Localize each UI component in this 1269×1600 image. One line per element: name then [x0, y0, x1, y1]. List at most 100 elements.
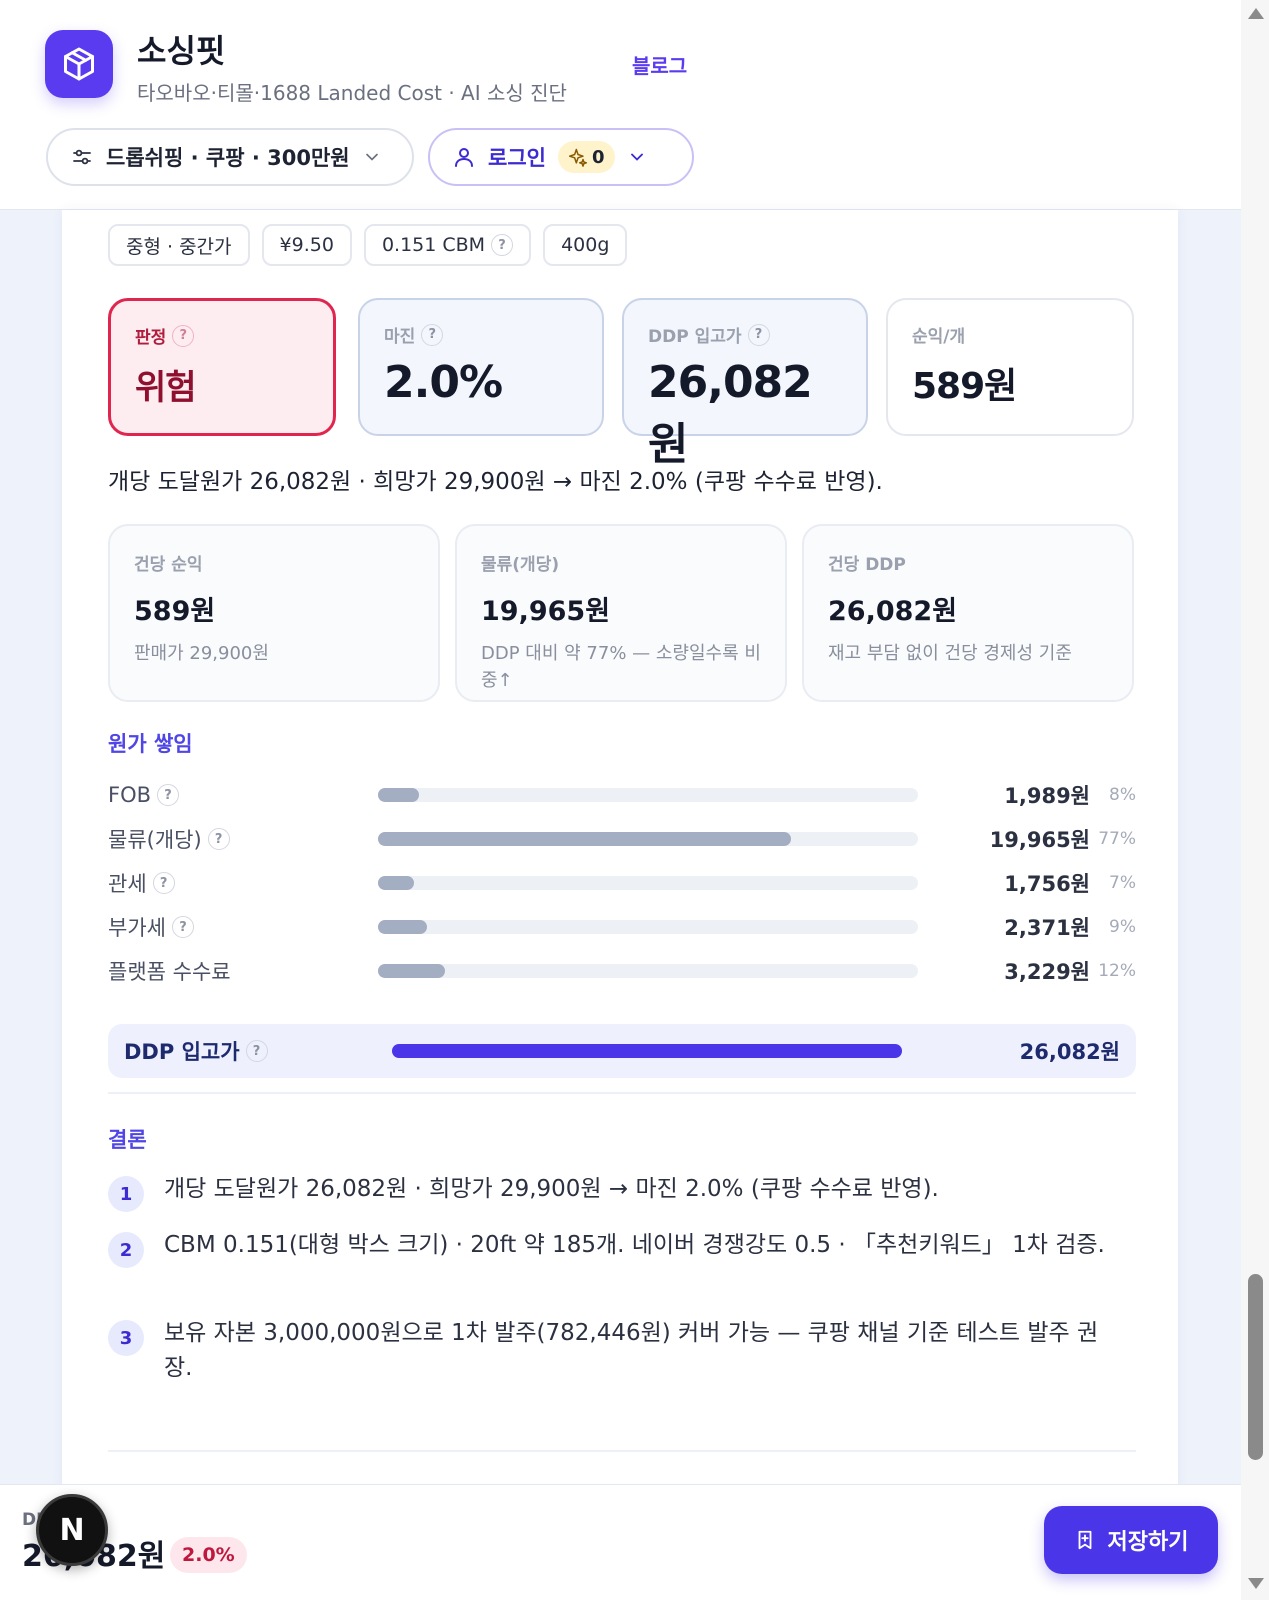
conclusion-item: 1 개당 도달원가 26,082원 · 희망가 29,900원 → 마진 2.0… [108, 1172, 1108, 1212]
chip-label: 중형 · 중간가 [126, 235, 232, 258]
conclusion-number: 3 [108, 1320, 144, 1356]
cost-row-tariff: 관세? 1,756원 7% [108, 866, 1136, 900]
cost-row-fob: FOB? 1,989원 8% [108, 778, 1136, 812]
cost-amount: 2,371원 [1004, 916, 1090, 940]
kpi-label-text: 판정 [135, 328, 167, 348]
cost-percent: 12% [1098, 961, 1136, 981]
ddp-total-amount: 26,082원 [1019, 1040, 1120, 1064]
scroll-down-arrow-icon[interactable] [1248, 1578, 1264, 1589]
help-icon[interactable]: ? [171, 916, 194, 938]
kpi-value: 2.0% [384, 357, 503, 408]
cost-row-logistics: 물류(개당)? 19,965원 77% [108, 822, 1136, 856]
conclusion-text: CBM 0.151(대형 박스 크기) · 20ft 약 185개. 네이버 경… [164, 1232, 1105, 1258]
cost-row-platform-fee: 플랫폼 수수료 3,229원 12% [108, 954, 1136, 988]
stat-card-ddp: 건당 DDP 26,082원 재고 부담 없이 건당 경제성 기준 [802, 524, 1134, 702]
conclusion-text: 개당 도달원가 26,082원 · 희망가 29,900원 → 마진 2.0% … [164, 1176, 939, 1202]
stat-value: 19,965원 [481, 596, 611, 627]
help-icon[interactable]: ? [207, 828, 230, 850]
stat-label: 물류(개당) [481, 555, 560, 575]
chip-cbm: 0.151 CBM? [363, 224, 532, 266]
cost-name-text: 관세 [108, 872, 147, 896]
kpi-value: 589원 [912, 366, 1017, 407]
help-icon[interactable]: ? [172, 324, 195, 347]
cost-bar-fill [378, 876, 415, 890]
cost-amount: 1,756원 [1004, 872, 1090, 896]
bookmark-plus-icon [1078, 1530, 1091, 1550]
chip-label: 0.151 CBM [381, 234, 486, 256]
chip-price: ¥9.50 [261, 224, 352, 266]
conclusion-number: 2 [108, 1232, 144, 1268]
app-subtitle: 타오바오·티몰·1688 Landed Cost · AI 소싱 진단 [137, 81, 567, 105]
cost-name: 부가세? [108, 912, 378, 942]
stat-value: 26,082원 [828, 596, 958, 627]
help-icon[interactable]: ? [747, 323, 770, 346]
result-card: 중형 · 중간가 ¥9.50 0.151 CBM? 400g 판정? 위험 마진… [62, 210, 1178, 1490]
chip-weight: 400g [543, 224, 628, 266]
stat-value: 589원 [134, 596, 216, 627]
kpi-ddp: DDP 입고가? 26,082원 [622, 298, 868, 470]
cost-bar-fill [378, 920, 428, 934]
stat-note: 재고 부담 없이 건당 경제성 기준 [828, 643, 1072, 664]
stat-card-logistics: 물류(개당) 19,965원 DDP 대비 약 77% — 소량일수록 비중↑ [455, 524, 787, 702]
kpi-margin: 마진? 2.0% [358, 298, 604, 436]
cost-bar-track [378, 788, 918, 802]
stat-label: 건당 DDP [828, 555, 906, 575]
help-icon[interactable]: ? [491, 234, 514, 256]
help-icon[interactable]: ? [421, 323, 444, 346]
kpi-label: 판정? [135, 323, 309, 348]
ddp-total-name: DDP 입고가? [124, 1036, 392, 1066]
credit-badge: 0 [557, 141, 615, 173]
help-icon[interactable]: ? [245, 1040, 268, 1062]
cost-bar-track [378, 920, 918, 934]
kpi-net-profit: 순익/개 589원 [886, 298, 1134, 436]
scrollbar-thumb[interactable] [1248, 1274, 1263, 1460]
cost-name: FOB? [108, 783, 378, 807]
cost-name: 관세? [108, 868, 378, 898]
logo[interactable] [45, 30, 113, 98]
cost-name-text: 부가세 [108, 916, 166, 940]
cost-row-vat: 부가세? 2,371원 9% [108, 910, 1136, 944]
dev-tools-badge[interactable]: N [36, 1494, 108, 1566]
cost-name: 물류(개당)? [108, 824, 378, 854]
cost-name-text: 플랫폼 수수료 [108, 960, 231, 984]
stat-card-profit: 건당 순익 589원 판매가 29,900원 [108, 524, 440, 702]
cost-name-text: 물류(개당) [108, 828, 202, 852]
sliders-icon [73, 149, 91, 165]
divider [108, 1092, 1136, 1094]
summary-text: 개당 도달원가 26,082원 · 희망가 29,900원 → 마진 2.0% … [108, 469, 883, 495]
help-icon[interactable]: ? [157, 784, 180, 806]
credit-count: 0 [591, 146, 605, 168]
stat-note: DDP 대비 약 77% — 소량일수록 비중↑ [481, 643, 761, 691]
package-icon [64, 47, 94, 81]
save-button[interactable]: 저장하기 [1044, 1506, 1218, 1574]
blog-link[interactable]: 블로그 [632, 50, 687, 79]
scroll-up-arrow-icon[interactable] [1248, 8, 1264, 19]
kpi-label: 순익/개 [912, 322, 1108, 347]
stat-label: 건당 순익 [134, 555, 203, 575]
page: 소싱핏 타오바오·티몰·1688 Landed Cost · AI 소싱 진단 … [0, 0, 1241, 1600]
cost-bar-track [378, 964, 918, 978]
chevron-down-icon [630, 153, 643, 161]
chevron-down-icon [365, 153, 378, 161]
page-scrollbar[interactable] [1241, 0, 1269, 1600]
kpi-value: 위험 [135, 368, 197, 408]
kpi-label: DDP 입고가? [648, 322, 842, 347]
kpi-value: 26,082원 [648, 357, 813, 470]
conclusion-number: 1 [108, 1176, 144, 1212]
product-chips: 중형 · 중간가 ¥9.50 0.151 CBM? 400g [108, 224, 628, 266]
app-title: 소싱핏 [137, 32, 226, 70]
cost-name: 플랫폼 수수료 [108, 956, 378, 986]
kpi-label-text: DDP 입고가 [648, 327, 742, 347]
preset-selector[interactable]: 드롭쉬핑 · 쿠팡 · 300만원 [46, 128, 414, 186]
divider [108, 1450, 1136, 1452]
cost-percent: 8% [1109, 785, 1136, 805]
login-button[interactable]: 로그인 0 [428, 128, 694, 186]
cost-row-ddp-total: DDP 입고가? 26,082원 [108, 1024, 1136, 1078]
help-icon[interactable]: ? [152, 872, 175, 894]
cost-bar-fill [378, 788, 420, 802]
conclusion-item: 3 보유 자본 3,000,000원으로 1차 발주(782,446원) 커버 … [108, 1316, 1108, 1386]
ddp-bar-fill [392, 1044, 902, 1058]
cost-amount: 3,229원 [1004, 960, 1090, 984]
chip-label: ¥9.50 [279, 234, 334, 256]
conclusion-item: 2 CBM 0.151(대형 박스 크기) · 20ft 약 185개. 네이버… [108, 1228, 1108, 1268]
